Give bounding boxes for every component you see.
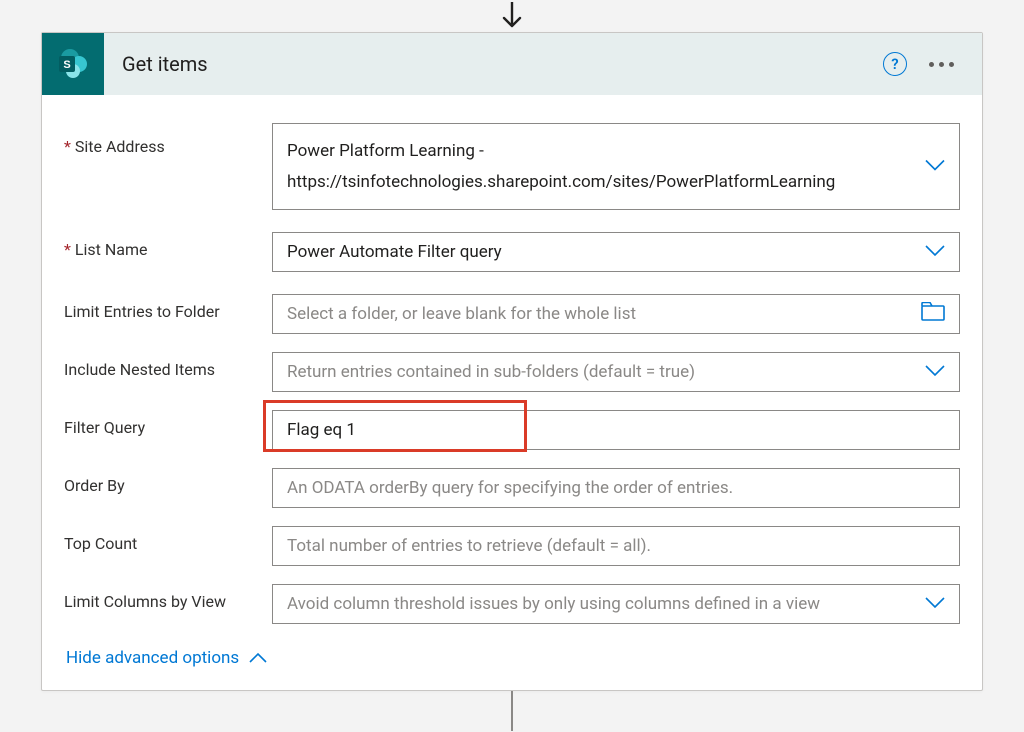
list-name-label: * List Name — [64, 232, 272, 259]
site-address-label: * Site Address — [64, 123, 272, 156]
sharepoint-icon: S — [42, 33, 104, 95]
chevron-down-icon — [925, 363, 945, 381]
order-by-label: Order By — [64, 468, 272, 495]
filter-query-input[interactable]: Flag eq 1 — [272, 410, 960, 450]
limit-folder-label: Limit Entries to Folder — [64, 294, 272, 321]
card-header[interactable]: S Get items ? — [42, 33, 982, 95]
filter-query-label: Filter Query — [64, 410, 272, 437]
connector-line-out — [511, 691, 513, 731]
include-nested-label: Include Nested Items — [64, 352, 272, 379]
svg-text:S: S — [63, 59, 70, 71]
folder-icon[interactable] — [921, 302, 945, 326]
order-by-input[interactable]: An ODATA orderBy query for specifying th… — [272, 468, 960, 508]
card-body: * Site Address Power Platform Learning -… — [42, 95, 982, 690]
include-nested-dropdown[interactable]: Return entries contained in sub-folders … — [272, 352, 960, 392]
connector-arrow-in — [498, 0, 526, 32]
list-name-dropdown[interactable]: Power Automate Filter query — [272, 232, 960, 272]
top-count-input[interactable]: Total number of entries to retrieve (def… — [272, 526, 960, 566]
help-icon[interactable]: ? — [883, 52, 907, 76]
chevron-down-icon — [925, 243, 945, 261]
chevron-up-icon — [249, 648, 267, 668]
more-options-icon[interactable] — [925, 58, 958, 71]
action-card: S Get items ? * Site Address Power Platf… — [41, 32, 983, 691]
site-address-dropdown[interactable]: Power Platform Learning - https://tsinfo… — [272, 123, 960, 210]
limit-columns-label: Limit Columns by View — [64, 584, 272, 611]
limit-columns-dropdown[interactable]: Avoid column threshold issues by only us… — [272, 584, 960, 624]
chevron-down-icon — [925, 595, 945, 613]
chevron-down-icon — [925, 153, 945, 180]
required-marker: * — [64, 240, 71, 259]
hide-advanced-options-link[interactable]: Hide advanced options — [66, 648, 267, 668]
top-count-label: Top Count — [64, 526, 272, 553]
required-marker: * — [64, 137, 71, 156]
action-title: Get items — [122, 52, 883, 76]
limit-folder-picker[interactable]: Select a folder, or leave blank for the … — [272, 294, 960, 334]
